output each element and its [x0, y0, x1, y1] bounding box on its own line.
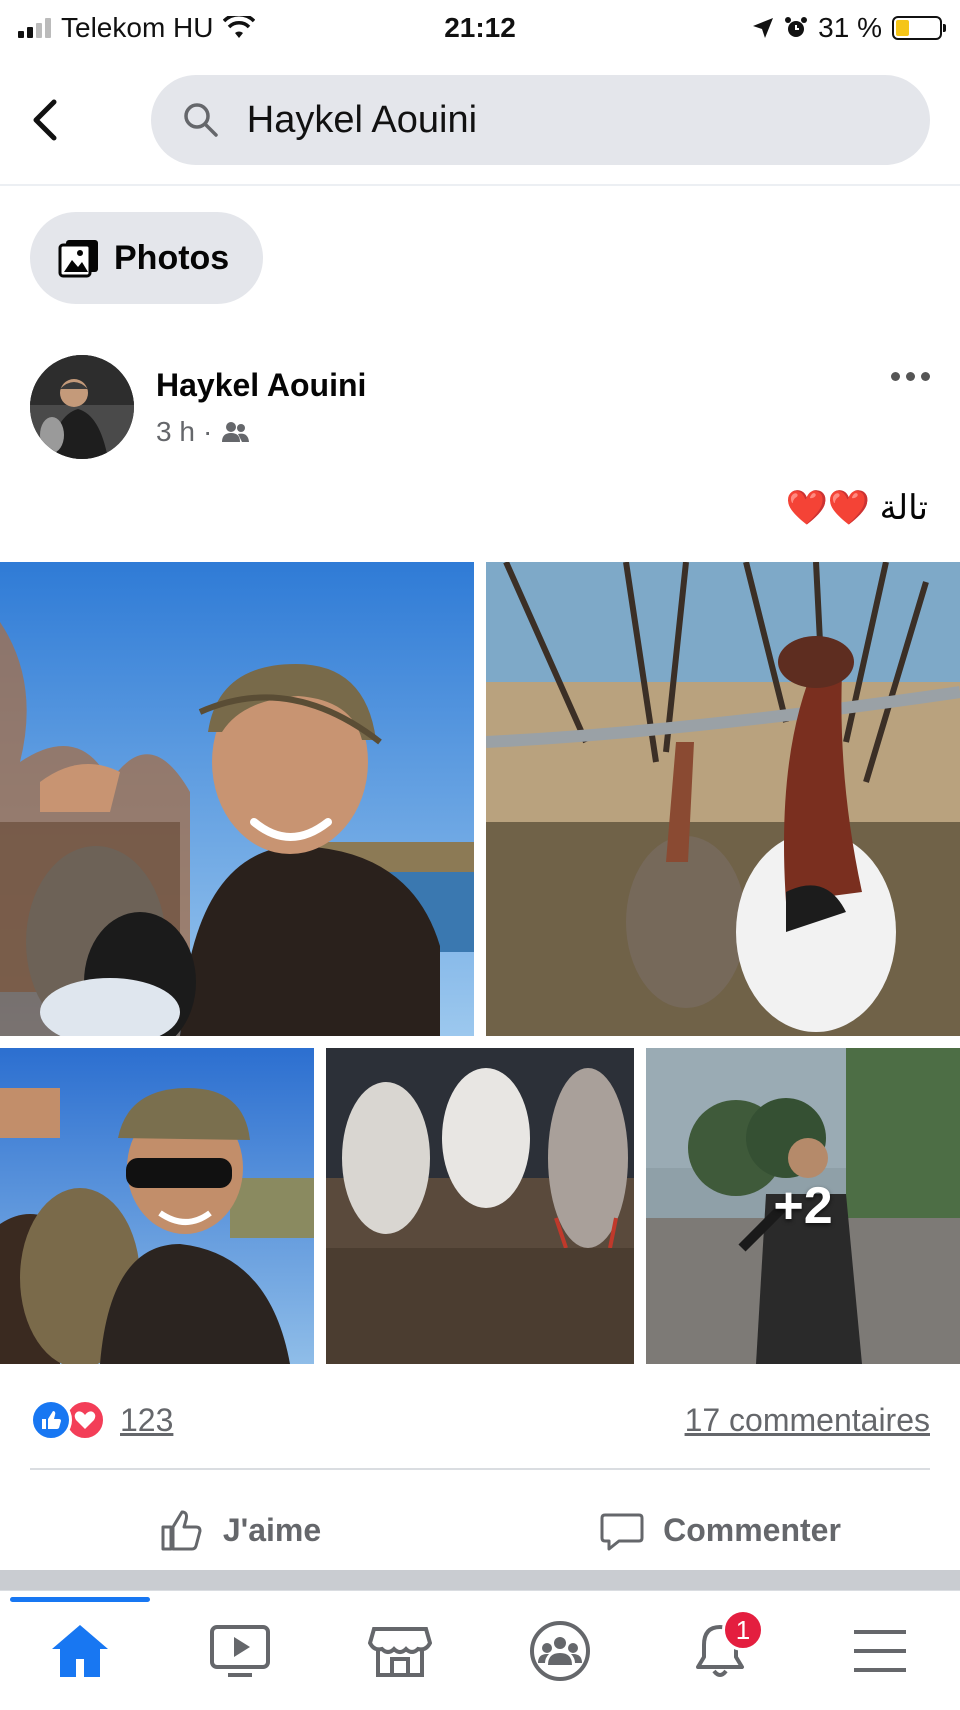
chip-label: Photos	[114, 238, 230, 277]
chevron-left-icon	[33, 99, 57, 141]
reactions-summary[interactable]: 123	[30, 1399, 173, 1441]
search-icon	[184, 103, 218, 137]
reaction-count: 123	[120, 1401, 174, 1438]
tab-home[interactable]	[0, 1591, 160, 1710]
tab-notifications[interactable]: 1	[640, 1591, 800, 1710]
post-time[interactable]: 3 h	[156, 416, 195, 448]
photos-icon	[58, 240, 98, 278]
tab-groups[interactable]	[480, 1591, 640, 1710]
post-text: تالة ❤️❤️	[785, 489, 928, 527]
groups-icon	[530, 1620, 590, 1681]
search-input[interactable]: Haykel Aouini	[150, 75, 930, 165]
like-button[interactable]: J'aime	[0, 1482, 480, 1578]
thumbs-up-icon	[161, 1510, 202, 1551]
post-photo-5[interactable]: +2	[646, 1048, 960, 1364]
watch-icon	[210, 1624, 270, 1677]
tab-watch[interactable]	[160, 1591, 320, 1710]
search-query: Haykel Aouini	[246, 98, 478, 141]
alarm-icon	[785, 17, 808, 37]
post-header: Haykel Aouini 3 h ·	[30, 352, 930, 462]
comment-label: Commenter	[663, 1511, 841, 1548]
meta-separator: ·	[202, 415, 213, 447]
more-photos-overlay: +2	[773, 1177, 833, 1235]
section-separator	[0, 1570, 960, 1590]
home-icon	[52, 1624, 108, 1677]
status-bar: Telekom HU 21:12 31 %	[0, 0, 960, 56]
comment-button[interactable]: Commenter	[480, 1482, 960, 1578]
like-reaction-icon	[30, 1399, 72, 1441]
divider	[30, 1468, 930, 1470]
reactions-row: 123 17 commentaires	[30, 1390, 930, 1450]
author-name[interactable]: Haykel Aouini	[156, 367, 366, 404]
like-label: J'aime	[222, 1511, 322, 1548]
tab-marketplace[interactable]	[320, 1591, 480, 1710]
post-photo-3[interactable]	[0, 1048, 314, 1364]
photos-filter-chip[interactable]: Photos	[30, 212, 264, 304]
more-options-button[interactable]	[891, 372, 930, 381]
post-photo-2[interactable]	[486, 562, 960, 1036]
search-header: Haykel Aouini	[0, 56, 960, 186]
tab-menu[interactable]	[800, 1591, 960, 1710]
post-photo-1[interactable]	[0, 562, 474, 1036]
battery-icon	[892, 16, 946, 40]
bottom-nav: 1	[0, 1590, 960, 1710]
location-arrow-icon	[753, 18, 774, 38]
photo-grid: +2	[0, 562, 960, 1364]
signal-icon	[18, 18, 51, 38]
marketplace-icon	[368, 1626, 432, 1677]
wifi-icon	[223, 16, 256, 38]
friends-icon	[222, 421, 250, 442]
avatar[interactable]	[30, 355, 134, 459]
carrier-label: Telekom HU	[61, 12, 214, 43]
post-photo-4[interactable]	[326, 1048, 634, 1364]
comment-icon	[600, 1513, 644, 1551]
post-actions: J'aime Commenter	[0, 1482, 960, 1578]
back-button[interactable]	[30, 90, 89, 150]
menu-icon	[854, 1629, 906, 1672]
notification-badge: 1	[722, 1609, 764, 1651]
battery-percent: 31 %	[818, 12, 882, 43]
comments-count-link[interactable]: 17 commentaires	[685, 1402, 930, 1439]
